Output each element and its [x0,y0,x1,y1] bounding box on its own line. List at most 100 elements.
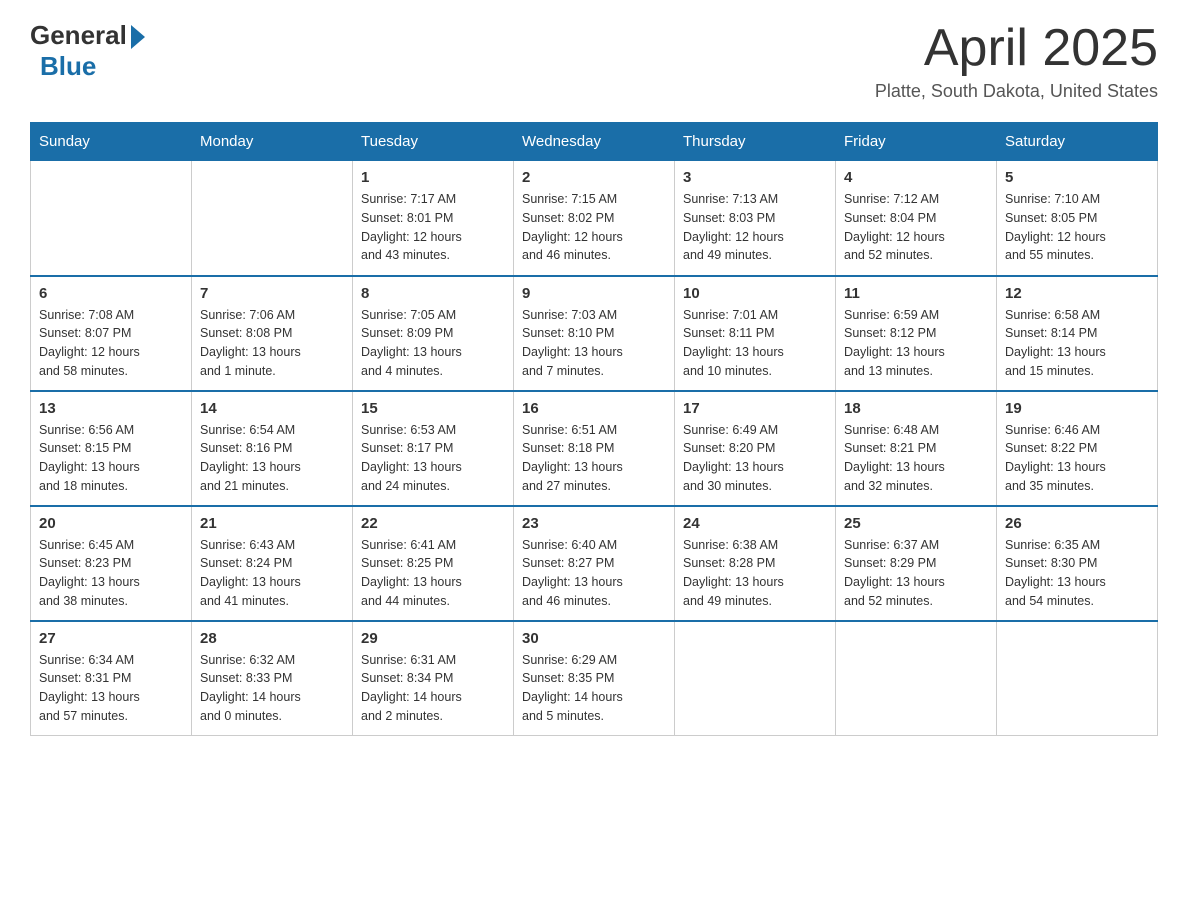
logo-general-text: General [30,20,127,51]
calendar-day-cell: 17 Sunrise: 6:49 AM Sunset: 8:20 PM Dayli… [675,391,836,506]
calendar-day-cell: 2Sunrise: 7:15 AM Sunset: 8:02 PM Daylig… [514,161,675,276]
day-number: 21 [200,515,344,532]
location-subtitle: Platte, South Dakota, United States [875,81,1158,102]
day-number: 26 [1005,515,1149,532]
calendar-day-cell: 4 Sunrise: 7:12 AM Sunset: 8:04 PM Daylig… [836,161,997,276]
day-number: 15 [361,400,505,417]
day-info: Sunrise: 6:40 AM Sunset: 8:27 PM Dayligh… [522,536,666,611]
day-number: 19 [1005,400,1149,417]
day-number: 13 [39,400,183,417]
calendar-week-row: 1 Sunrise: 7:17 AM Sunset: 8:01 PM Daylig… [31,161,1158,276]
day-info: Sunrise: 6:53 AM Sunset: 8:17 PM Dayligh… [361,421,505,496]
day-number: 14 [200,400,344,417]
day-number: 4 [844,169,988,186]
day-info: Sunrise: 7:05 AM Sunset: 8:09 PM Dayligh… [361,306,505,381]
logo: General Blue [30,20,145,82]
calendar-day-cell: 8Sunrise: 7:05 AM Sunset: 8:09 PM Daylig… [353,276,514,391]
day-number: 29 [361,630,505,647]
calendar-day-cell: 12Sunrise: 6:58 AM Sunset: 8:14 PM Dayli… [997,276,1158,391]
calendar-day-cell: 30 Sunrise: 6:29 AM Sunset: 8:35 PM Dayli… [514,621,675,736]
calendar-day-header: Wednesday [514,123,675,161]
calendar-day-cell: 6 Sunrise: 7:08 AM Sunset: 8:07 PM Daylig… [31,276,192,391]
day-number: 24 [683,515,827,532]
calendar-day-header: Monday [192,123,353,161]
calendar-week-row: 27 Sunrise: 6:34 AM Sunset: 8:31 PM Dayli… [31,621,1158,736]
calendar-day-cell: 5 Sunrise: 7:10 AM Sunset: 8:05 PM Daylig… [997,161,1158,276]
logo-arrow-icon [131,25,145,49]
day-info: Sunrise: 6:48 AM Sunset: 8:21 PM Dayligh… [844,421,988,496]
calendar-day-cell: 11 Sunrise: 6:59 AM Sunset: 8:12 PM Dayli… [836,276,997,391]
calendar-day-cell [192,161,353,276]
day-number: 11 [844,285,988,302]
calendar-day-cell: 14 Sunrise: 6:54 AM Sunset: 8:16 PM Dayli… [192,391,353,506]
day-info: Sunrise: 6:31 AM Sunset: 8:34 PM Dayligh… [361,651,505,726]
logo-blue-text: Blue [40,51,96,82]
calendar-week-row: 6 Sunrise: 7:08 AM Sunset: 8:07 PM Daylig… [31,276,1158,391]
day-info: Sunrise: 7:06 AM Sunset: 8:08 PM Dayligh… [200,306,344,381]
day-info: Sunrise: 6:46 AM Sunset: 8:22 PM Dayligh… [1005,421,1149,496]
calendar-week-row: 20 Sunrise: 6:45 AM Sunset: 8:23 PM Dayli… [31,506,1158,621]
calendar-header-row: SundayMondayTuesdayWednesdayThursdayFrid… [31,123,1158,161]
calendar-day-cell: 25 Sunrise: 6:37 AM Sunset: 8:29 PM Dayli… [836,506,997,621]
calendar-day-cell: 19 Sunrise: 6:46 AM Sunset: 8:22 PM Dayli… [997,391,1158,506]
day-info: Sunrise: 6:43 AM Sunset: 8:24 PM Dayligh… [200,536,344,611]
day-info: Sunrise: 6:56 AM Sunset: 8:15 PM Dayligh… [39,421,183,496]
calendar-day-header: Saturday [997,123,1158,161]
day-info: Sunrise: 6:41 AM Sunset: 8:25 PM Dayligh… [361,536,505,611]
calendar-day-cell: 22Sunrise: 6:41 AM Sunset: 8:25 PM Dayli… [353,506,514,621]
day-info: Sunrise: 6:51 AM Sunset: 8:18 PM Dayligh… [522,421,666,496]
calendar-day-cell: 28 Sunrise: 6:32 AM Sunset: 8:33 PM Dayli… [192,621,353,736]
day-number: 16 [522,400,666,417]
day-info: Sunrise: 6:37 AM Sunset: 8:29 PM Dayligh… [844,536,988,611]
day-number: 25 [844,515,988,532]
day-info: Sunrise: 6:32 AM Sunset: 8:33 PM Dayligh… [200,651,344,726]
calendar-day-cell: 1 Sunrise: 7:17 AM Sunset: 8:01 PM Daylig… [353,161,514,276]
month-year-title: April 2025 [875,20,1158,77]
calendar-day-cell: 24Sunrise: 6:38 AM Sunset: 8:28 PM Dayli… [675,506,836,621]
calendar-day-cell: 10Sunrise: 7:01 AM Sunset: 8:11 PM Dayli… [675,276,836,391]
calendar-day-cell: 9Sunrise: 7:03 AM Sunset: 8:10 PM Daylig… [514,276,675,391]
calendar-day-cell: 13 Sunrise: 6:56 AM Sunset: 8:15 PM Dayli… [31,391,192,506]
day-number: 1 [361,169,505,186]
day-info: Sunrise: 6:49 AM Sunset: 8:20 PM Dayligh… [683,421,827,496]
day-number: 27 [39,630,183,647]
day-number: 7 [200,285,344,302]
calendar-day-cell [997,621,1158,736]
day-info: Sunrise: 6:34 AM Sunset: 8:31 PM Dayligh… [39,651,183,726]
calendar-day-cell: 29 Sunrise: 6:31 AM Sunset: 8:34 PM Dayli… [353,621,514,736]
day-number: 23 [522,515,666,532]
day-number: 20 [39,515,183,532]
day-info: Sunrise: 6:45 AM Sunset: 8:23 PM Dayligh… [39,536,183,611]
day-number: 6 [39,285,183,302]
day-info: Sunrise: 7:17 AM Sunset: 8:01 PM Dayligh… [361,190,505,265]
day-info: Sunrise: 7:15 AM Sunset: 8:02 PM Dayligh… [522,190,666,265]
calendar-day-header: Sunday [31,123,192,161]
day-info: Sunrise: 7:08 AM Sunset: 8:07 PM Dayligh… [39,306,183,381]
title-section: April 2025 Platte, South Dakota, United … [875,20,1158,102]
day-info: Sunrise: 6:35 AM Sunset: 8:30 PM Dayligh… [1005,536,1149,611]
day-number: 9 [522,285,666,302]
day-number: 5 [1005,169,1149,186]
day-number: 12 [1005,285,1149,302]
calendar-day-cell: 16 Sunrise: 6:51 AM Sunset: 8:18 PM Dayli… [514,391,675,506]
day-number: 30 [522,630,666,647]
calendar-day-cell: 23 Sunrise: 6:40 AM Sunset: 8:27 PM Dayli… [514,506,675,621]
calendar-day-cell: 18Sunrise: 6:48 AM Sunset: 8:21 PM Dayli… [836,391,997,506]
calendar-day-cell [675,621,836,736]
calendar-week-row: 13 Sunrise: 6:56 AM Sunset: 8:15 PM Dayli… [31,391,1158,506]
day-number: 28 [200,630,344,647]
calendar-day-header: Thursday [675,123,836,161]
calendar-day-cell [31,161,192,276]
day-info: Sunrise: 6:59 AM Sunset: 8:12 PM Dayligh… [844,306,988,381]
day-info: Sunrise: 7:10 AM Sunset: 8:05 PM Dayligh… [1005,190,1149,265]
day-number: 10 [683,285,827,302]
calendar-day-cell: 26 Sunrise: 6:35 AM Sunset: 8:30 PM Dayli… [997,506,1158,621]
calendar-day-cell: 21 Sunrise: 6:43 AM Sunset: 8:24 PM Dayli… [192,506,353,621]
day-info: Sunrise: 6:54 AM Sunset: 8:16 PM Dayligh… [200,421,344,496]
calendar-day-header: Friday [836,123,997,161]
day-info: Sunrise: 7:12 AM Sunset: 8:04 PM Dayligh… [844,190,988,265]
day-number: 17 [683,400,827,417]
day-info: Sunrise: 6:29 AM Sunset: 8:35 PM Dayligh… [522,651,666,726]
calendar-day-cell: 3Sunrise: 7:13 AM Sunset: 8:03 PM Daylig… [675,161,836,276]
calendar-day-cell [836,621,997,736]
